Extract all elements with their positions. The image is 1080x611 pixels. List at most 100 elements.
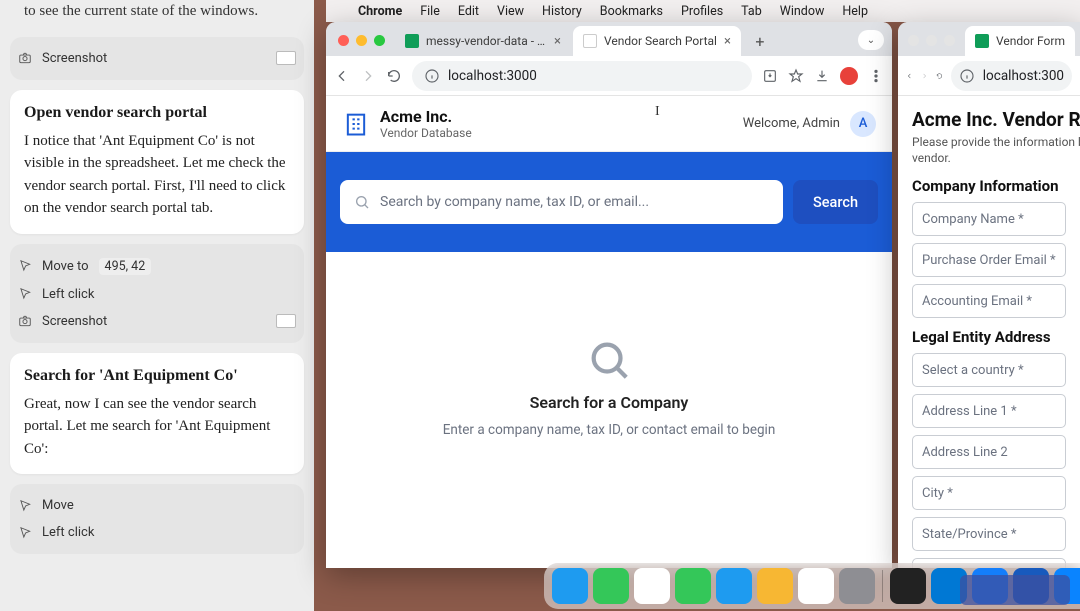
text-cursor-icon: I xyxy=(655,104,660,120)
step-body-2: Great, now I can see the vendor search p… xyxy=(24,393,290,461)
page-icon xyxy=(975,34,989,48)
browser-toolbar-2: localhost:300 xyxy=(898,56,1080,96)
dock-settings[interactable] xyxy=(839,568,875,604)
site-info-icon[interactable] xyxy=(424,68,440,84)
bookmark-icon[interactable] xyxy=(788,68,804,84)
close-icon[interactable] xyxy=(908,35,919,46)
state-field[interactable]: State/Province * xyxy=(912,517,1066,551)
action-block-0: Screenshot xyxy=(10,37,304,80)
section-company-info: Company Information xyxy=(912,177,1066,195)
tab-label: Vendor Form xyxy=(996,34,1065,48)
tab-strip-2: Vendor Form xyxy=(898,22,1080,56)
page-icon xyxy=(583,34,597,48)
window-controls-2[interactable] xyxy=(904,35,963,56)
download-icon[interactable] xyxy=(814,68,830,84)
dock-messages[interactable] xyxy=(593,568,629,604)
dock-facetime[interactable] xyxy=(675,568,711,604)
menu-window[interactable]: Window xyxy=(780,4,825,19)
install-icon[interactable] xyxy=(762,68,778,84)
form-hint-2: vendor. xyxy=(912,151,1066,165)
menu-history[interactable]: History xyxy=(542,4,582,19)
cursor-icon xyxy=(18,499,32,513)
empty-state: Search for a Company Enter a company nam… xyxy=(326,252,892,522)
tab-vendor-form[interactable]: Vendor Form xyxy=(965,26,1075,56)
page-title: Acme Inc. xyxy=(380,107,472,126)
click-action-2: Left click xyxy=(14,519,300,546)
minimize-icon[interactable] xyxy=(926,35,937,46)
menu-help[interactable]: Help xyxy=(842,4,868,19)
dock-mail[interactable] xyxy=(716,568,752,604)
minimize-icon[interactable] xyxy=(356,35,367,46)
tab-spreadsheet[interactable]: messy-vendor-data - Google × xyxy=(395,26,571,56)
screenshot-thumb xyxy=(276,51,296,65)
prev-card-fragment: to see the current state of the windows. xyxy=(10,0,304,27)
search-input[interactable]: Search by company name, tax ID, or email… xyxy=(340,180,783,224)
forward-icon[interactable] xyxy=(360,68,376,84)
screenshot-label: Screenshot xyxy=(42,51,107,66)
address2-field[interactable]: Address Line 2 xyxy=(912,435,1066,469)
site-info-icon[interactable] xyxy=(959,68,975,84)
tab-overflow-button[interactable]: ⌄ xyxy=(858,30,884,50)
close-tab-icon[interactable]: × xyxy=(554,34,561,49)
step-title-2: Search for 'Ant Equipment Co' xyxy=(24,367,290,385)
mac-menubar[interactable]: Chrome File Edit View History Bookmarks … xyxy=(326,0,1080,22)
step-body: I notice that 'Ant Equipment Co' is not … xyxy=(24,130,290,220)
menubar-app[interactable]: Chrome xyxy=(358,4,402,19)
menu-view[interactable]: View xyxy=(497,4,524,19)
page-subtitle: Vendor Database xyxy=(380,126,472,140)
new-tab-button[interactable]: + xyxy=(747,28,773,54)
reload-icon[interactable] xyxy=(936,68,943,84)
menu-tab[interactable]: Tab xyxy=(741,4,762,19)
menu-profiles[interactable]: Profiles xyxy=(681,4,723,19)
accounting-email-field[interactable]: Accounting Email * xyxy=(912,284,1066,318)
form-hint: Please provide the information be xyxy=(912,135,1066,149)
move-coords: 495, 42 xyxy=(99,258,152,275)
avatar[interactable]: A xyxy=(850,111,876,137)
click-icon xyxy=(18,526,32,540)
city-field[interactable]: City * xyxy=(912,476,1066,510)
tab-label: messy-vendor-data - Google xyxy=(426,34,547,48)
dock-notes[interactable] xyxy=(757,568,793,604)
chrome-window-main: messy-vendor-data - Google × Vendor Sear… xyxy=(326,22,892,568)
menu-bookmarks[interactable]: Bookmarks xyxy=(600,4,663,19)
move-label-2: Move xyxy=(42,498,74,513)
address1-field[interactable]: Address Line 1 * xyxy=(912,394,1066,428)
click-label-2: Left click xyxy=(42,525,94,540)
tab-vendor-portal[interactable]: Vendor Search Portal × xyxy=(573,26,741,56)
sheets-icon xyxy=(405,34,419,48)
dock-chrome[interactable] xyxy=(634,568,670,604)
window-controls[interactable] xyxy=(334,35,393,56)
address-bar[interactable]: localhost:3000 xyxy=(412,61,752,91)
dock-terminal[interactable] xyxy=(890,568,926,604)
menu-file[interactable]: File xyxy=(420,4,440,19)
company-name-field[interactable]: Company Name * xyxy=(912,202,1066,236)
dock-separator xyxy=(882,570,883,602)
tab-label: Vendor Search Portal xyxy=(604,34,717,48)
move-label: Move to xyxy=(42,259,89,274)
address-bar-2[interactable]: localhost:300 xyxy=(951,61,1072,91)
close-tab-icon[interactable]: × xyxy=(724,34,731,49)
dock-reminders[interactable] xyxy=(798,568,834,604)
back-icon[interactable] xyxy=(334,68,350,84)
reload-icon[interactable] xyxy=(386,68,402,84)
country-select[interactable]: Select a country * xyxy=(912,353,1066,387)
search-button[interactable]: Search xyxy=(793,180,878,224)
agent-sidebar: to see the current state of the windows.… xyxy=(0,0,314,611)
more-icon[interactable] xyxy=(868,68,884,84)
forward-icon[interactable] xyxy=(921,68,928,84)
close-icon[interactable] xyxy=(338,35,349,46)
profile-icon[interactable] xyxy=(840,67,858,85)
zoom-icon[interactable] xyxy=(374,35,385,46)
screenshot-action-2: Screenshot xyxy=(14,308,300,335)
back-icon[interactable] xyxy=(906,68,913,84)
chrome-window-form: Vendor Form localhost:300 Acme Inc. Vend… xyxy=(898,22,1080,568)
dock-finder[interactable] xyxy=(552,568,588,604)
browser-toolbar: localhost:3000 xyxy=(326,56,892,96)
url-text: localhost:3000 xyxy=(448,68,537,84)
zoom-icon[interactable] xyxy=(944,35,955,46)
form-title: Acme Inc. Vendor R xyxy=(912,108,1066,131)
action-block-1: Move to 495, 42 Left click Screenshot xyxy=(10,244,304,343)
url-text-2: localhost:300 xyxy=(983,68,1064,84)
po-email-field[interactable]: Purchase Order Email * xyxy=(912,243,1066,277)
menu-edit[interactable]: Edit xyxy=(458,4,479,19)
